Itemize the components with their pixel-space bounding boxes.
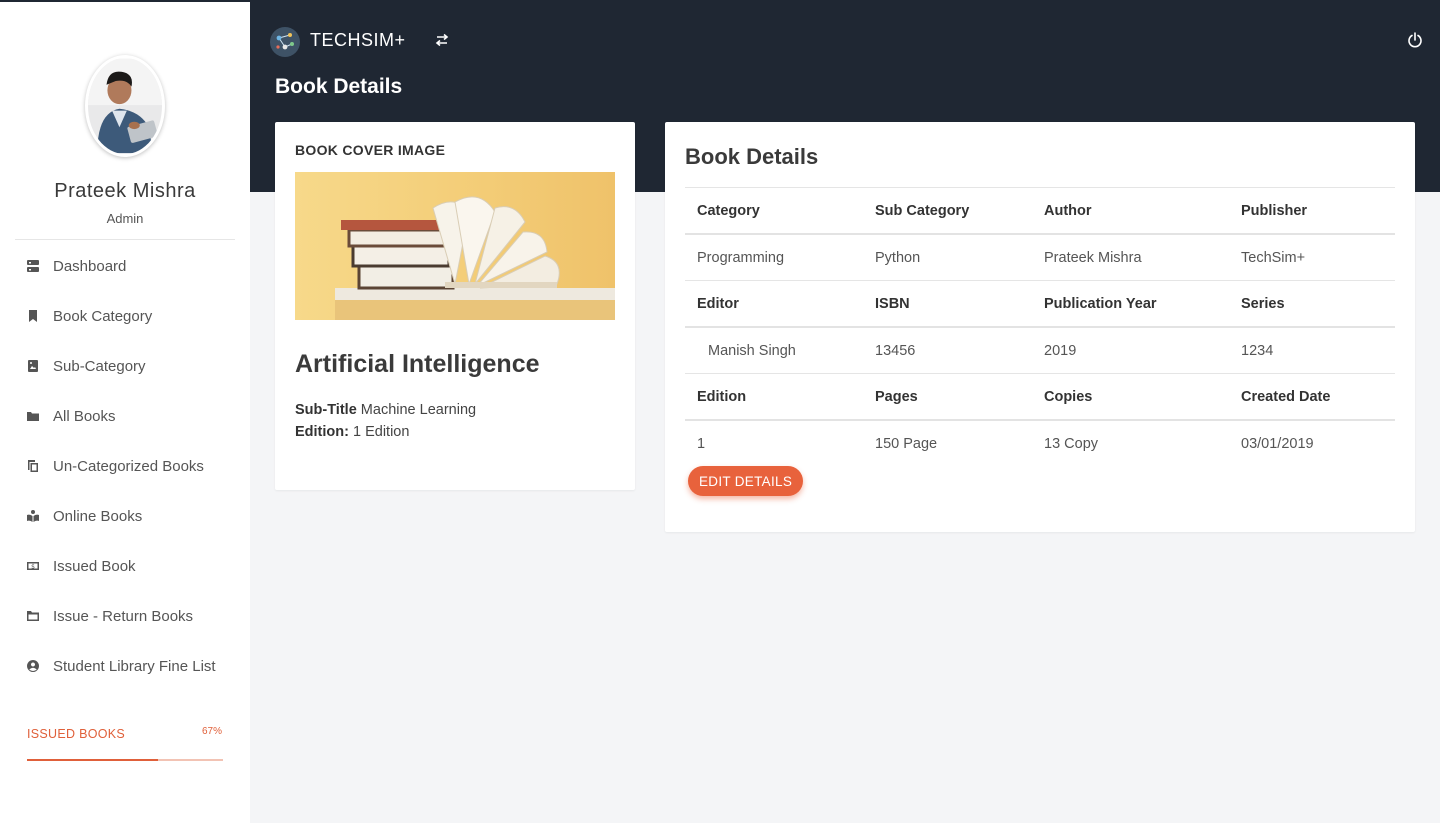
table-cell: 13456 — [863, 326, 1032, 374]
book-title: Artificial Intelligence — [295, 350, 540, 378]
sidebar-item-label: Issue - Return Books — [53, 608, 194, 625]
sidebar-item-uncategorized-books[interactable]: Un-Categorized Books — [0, 452, 250, 502]
brand-name[interactable]: TECHSIM+ — [310, 30, 406, 51]
cover-card-heading: BOOK COVER IMAGE — [295, 142, 446, 158]
sidebar-item-issue-return-books[interactable]: Issue - Return Books — [0, 602, 250, 652]
swap-arrows-icon[interactable] — [434, 33, 450, 47]
user-circle-icon — [25, 658, 41, 674]
table-header-cell: Author — [1032, 187, 1229, 235]
user-photo — [88, 58, 162, 154]
avatar[interactable] — [85, 55, 165, 157]
folder-open-icon — [25, 608, 41, 624]
book-details-table: Category Sub Category Author Publisher P… — [685, 187, 1395, 467]
svg-text:$: $ — [31, 564, 35, 571]
copy-icon — [25, 458, 41, 474]
table-cell: 2019 — [1032, 326, 1229, 374]
sidebar-item-sub-category[interactable]: Sub-Category — [0, 352, 250, 402]
table-header-cell: Sub Category — [863, 187, 1032, 235]
sidebar-item-label: Student Library Fine List — [53, 658, 216, 675]
table-cell: 03/01/2019 — [1229, 419, 1395, 467]
table-header-cell: Publisher — [1229, 187, 1395, 235]
table-cell: Programming — [685, 233, 863, 281]
table-header-cell: Category — [685, 187, 863, 235]
user-role: Admin — [106, 211, 144, 226]
sidebar-item-issued-book[interactable]: $ Issued Book — [0, 552, 250, 602]
money-icon: $ — [25, 558, 41, 574]
details-card-heading: Book Details — [685, 144, 819, 169]
book-cover-card: BOOK COVER IMAGE Artificial Intelligence… — [275, 122, 635, 490]
sidebar-item-label: Book Category — [53, 308, 153, 325]
table-row: 1 150 Page 13 Copy 03/01/2019 — [685, 419, 1395, 467]
techsim-logo-icon[interactable] — [270, 27, 300, 57]
table-cell: 1234 — [1229, 326, 1395, 374]
table-cell: Prateek Mishra — [1032, 233, 1229, 281]
table-header-row: Edition Pages Copies Created Date — [685, 373, 1395, 421]
bookmark-icon — [25, 308, 41, 324]
edition-value: 1 Edition — [353, 424, 410, 440]
table-cell: Python — [863, 233, 1032, 281]
sidebar-item-label: Dashboard — [53, 258, 127, 275]
subtitle-value: Machine Learning — [360, 402, 477, 418]
folder-icon — [25, 408, 41, 424]
page-title: Book Details — [275, 75, 403, 98]
table-header-cell: Created Date — [1229, 373, 1395, 421]
power-icon[interactable] — [1407, 32, 1423, 48]
sidebar-item-online-books[interactable]: Online Books — [0, 502, 250, 552]
table-header-cell: Edition — [685, 373, 863, 421]
issued-books-progress-percent: 67% — [202, 726, 223, 737]
table-header-cell: Series — [1229, 280, 1395, 328]
book-image-icon — [25, 358, 41, 374]
table-cell: Manish Singh — [685, 326, 863, 374]
book-meta: Sub-Title Machine Learning Edition: 1 Ed… — [295, 399, 615, 443]
sidebar-item-label: Sub-Category — [53, 358, 146, 375]
book-details-card: Book Details Category Sub Category Autho… — [665, 122, 1415, 532]
table-header-cell: Editor — [685, 280, 863, 328]
user-name: Prateek Mishra — [54, 180, 196, 202]
table-row: Manish Singh 13456 2019 1234 — [685, 326, 1395, 374]
sidebar-item-dashboard[interactable]: Dashboard — [0, 252, 250, 302]
subtitle-label: Sub-Title — [295, 402, 357, 418]
dashboard-icon — [25, 258, 41, 274]
edition-label: Edition: — [295, 424, 349, 440]
table-cell: 1 — [685, 419, 863, 467]
issued-books-progress-fill — [27, 759, 159, 761]
sidebar-item-label: All Books — [53, 408, 116, 425]
sidebar-item-all-books[interactable]: All Books — [0, 402, 250, 452]
table-header-cell: Copies — [1032, 373, 1229, 421]
edit-details-button[interactable]: EDIT DETAILS — [688, 466, 804, 496]
table-row: Programming Python Prateek Mishra TechSi… — [685, 233, 1395, 281]
sidebar-item-student-library-fine-list[interactable]: Student Library Fine List — [0, 652, 250, 724]
sidebar-divider — [15, 239, 235, 240]
subtitle-row: Sub-Title Machine Learning — [295, 399, 615, 421]
sidebar-item-label: Online Books — [53, 508, 143, 525]
sidebar: Prateek Mishra Admin Dashboard Book Cate… — [0, 0, 250, 823]
issued-books-progress-label: ISSUED BOOKS — [27, 727, 126, 741]
edition-row: Edition: 1 Edition — [295, 421, 615, 443]
table-header-cell: Pages — [863, 373, 1032, 421]
sidebar-nav: Dashboard Book Category Sub-Category All… — [0, 252, 250, 724]
table-header-row: Editor ISBN Publication Year Series — [685, 280, 1395, 328]
open-book-icon — [25, 508, 41, 524]
table-header-cell: Publication Year — [1032, 280, 1229, 328]
table-header-cell: ISBN — [863, 280, 1032, 328]
issued-books-progress-bar — [27, 759, 223, 761]
sidebar-item-label: Un-Categorized Books — [53, 458, 204, 475]
sidebar-item-book-category[interactable]: Book Category — [0, 302, 250, 352]
table-header-row: Category Sub Category Author Publisher — [685, 187, 1395, 235]
table-cell: 13 Copy — [1032, 419, 1229, 467]
sidebar-item-label: Issued Book — [53, 558, 136, 575]
book-cover-image — [295, 172, 615, 320]
table-cell: TechSim+ — [1229, 233, 1395, 281]
table-cell: 150 Page — [863, 419, 1032, 467]
